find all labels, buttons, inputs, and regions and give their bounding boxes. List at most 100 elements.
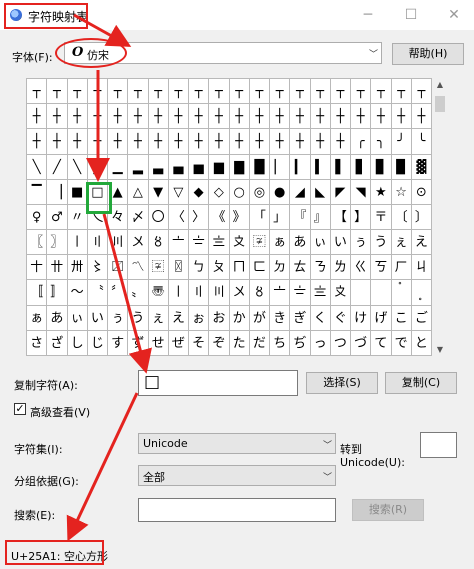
char-cell[interactable]: す — [108, 330, 129, 356]
scroll-up-icon[interactable]: ▲ — [432, 80, 448, 89]
char-cell[interactable]: ┼ — [270, 104, 291, 130]
char-cell[interactable]: ぃ — [67, 305, 88, 331]
char-cell[interactable]: ▃ — [148, 154, 169, 180]
char-cell[interactable]: ㄉ — [270, 255, 291, 281]
char-cell[interactable]: あ — [290, 230, 311, 256]
char-cell[interactable]: ┬ — [148, 79, 169, 105]
char-cell[interactable]: ┼ — [229, 129, 250, 155]
char-cell[interactable]: ┼ — [290, 129, 311, 155]
maximize-icon[interactable]: ☐ — [403, 7, 419, 23]
char-cell[interactable]: 〞 — [108, 280, 129, 306]
help-button[interactable]: 帮助(H) — [392, 43, 464, 65]
char-cell[interactable]: ▓ — [411, 154, 432, 180]
char-cell[interactable]: ▽ — [168, 179, 189, 205]
char-cell[interactable]: 〢 — [87, 230, 108, 256]
char-cell[interactable]: 〇 — [148, 204, 169, 231]
char-cell[interactable]: づ — [351, 330, 372, 356]
char-cell[interactable]: ▇ — [229, 154, 250, 180]
char-cell[interactable]: さ — [27, 330, 48, 356]
close-icon[interactable]: ✕ — [446, 7, 462, 23]
char-cell[interactable]: ぐ — [330, 305, 351, 331]
char-cell[interactable]: ┬ — [128, 79, 149, 105]
char-cell[interactable]: ┼ — [229, 104, 250, 130]
char-cell[interactable]: 】 — [351, 204, 372, 231]
char-cell[interactable]: ╰ — [411, 129, 432, 155]
char-cell[interactable]: ★ — [371, 179, 392, 205]
char-cell[interactable]: て — [371, 330, 392, 356]
char-cell[interactable]: 〹 — [47, 255, 68, 281]
char-cell[interactable]: ┼ — [128, 129, 149, 155]
character-grid[interactable]: ┬ ┬ ┬ ┬ ┬ ┬ ┬ ┬ ┬ ┬ ┬ ┬ ┬ ┬ ┬ ┬ ┬ ┬ ┬ ┬ ┼ ┼ ┼ ┼ ┼ ┼ ┼ ┼ ┼ ┼ ┼ ┼ ┼ ┼ ┼ ┼ ┼ ┼ ┼ ┼… — [26, 78, 432, 356]
char-cell[interactable]: ♂ — [47, 204, 68, 231]
char-cell[interactable]: が — [249, 305, 270, 331]
char-cell[interactable]: ▎ — [290, 154, 311, 180]
char-cell[interactable]: ▅ — [189, 154, 210, 180]
char-cell[interactable]: 〨 — [209, 230, 230, 256]
groupby-select[interactable]: 全部 ﹀ — [138, 465, 336, 486]
char-cell[interactable]: ㄆ — [209, 255, 230, 281]
char-cell[interactable]: ☆ — [391, 179, 412, 205]
char-cell[interactable]: 〣 — [209, 280, 230, 306]
char-cell[interactable]: ┬ — [87, 79, 108, 105]
char-cell[interactable]: ┼ — [67, 129, 88, 155]
char-cell[interactable]: 〸 — [27, 255, 48, 281]
char-cell[interactable]: ╳ — [87, 154, 108, 180]
char-cell[interactable]: ┼ — [209, 104, 230, 130]
char-cell[interactable]: ┼ — [330, 129, 351, 155]
char-cell[interactable]: ┬ — [209, 79, 230, 105]
char-cell[interactable]: 〥 — [249, 280, 270, 306]
char-cell[interactable]: ◢ — [290, 179, 311, 205]
char-cell[interactable]: ┬ — [270, 79, 291, 105]
char-cell[interactable]: 〤 — [128, 230, 149, 256]
char-cell[interactable]: で — [391, 330, 412, 356]
char-cell[interactable]: ㄏ — [391, 255, 412, 281]
char-cell[interactable]: ◆ — [189, 179, 210, 205]
char-cell[interactable]: 〣 — [108, 230, 129, 256]
char-cell[interactable]: ┬ — [371, 79, 392, 105]
char-cell[interactable]: ┼ — [209, 129, 230, 155]
char-cell[interactable]: ┼ — [270, 129, 291, 155]
char-cell[interactable]: ▂ — [128, 154, 149, 180]
char-cell[interactable]: ㄋ — [310, 255, 331, 281]
char-cell[interactable]: ● — [270, 179, 291, 205]
char-cell[interactable]: ◇ — [209, 179, 230, 205]
char-cell[interactable]: ┼ — [411, 104, 432, 130]
char-cell[interactable]: 〦 — [168, 230, 189, 256]
char-cell[interactable]: ┼ — [249, 129, 270, 155]
char-cell[interactable]: か — [229, 305, 250, 331]
char-cell[interactable]: ㄍ — [351, 255, 372, 281]
char-cell[interactable]: え — [411, 230, 432, 256]
char-cell[interactable]: ┬ — [47, 79, 68, 105]
advanced-view-checkbox[interactable]: ✓ — [14, 403, 26, 415]
char-cell[interactable]: ▉ — [391, 154, 412, 180]
char-cell[interactable]: ■ — [67, 179, 88, 205]
char-cell[interactable]: 〻 — [87, 255, 108, 281]
char-cell[interactable]: ┼ — [189, 129, 210, 155]
char-cell[interactable]: ▊ — [371, 154, 392, 180]
char-cell[interactable]: ┼ — [189, 104, 210, 130]
char-cell[interactable]: ╭ — [351, 129, 372, 155]
char-cell[interactable]: ▋ — [351, 154, 372, 180]
char-cell[interactable]: ○ — [229, 179, 250, 205]
char-cell[interactable]: ◥ — [351, 179, 372, 205]
search-input[interactable] — [138, 498, 336, 522]
char-cell[interactable]: 〩 — [330, 280, 351, 306]
char-cell[interactable]: ◎ — [249, 179, 270, 205]
char-cell[interactable]: ▁ — [108, 154, 129, 180]
char-cell[interactable]: 〕 — [411, 204, 432, 231]
char-cell[interactable]: ぎ — [290, 305, 311, 331]
char-cell[interactable]: 〡 — [67, 230, 88, 256]
char-cell[interactable]: 》 — [229, 204, 250, 231]
char-cell[interactable]: 〾 — [148, 255, 169, 281]
char-cell[interactable]: ┬ — [108, 79, 129, 105]
char-cell[interactable]: ╮ — [371, 129, 392, 155]
char-cell[interactable]: ┼ — [128, 104, 149, 130]
char-cell[interactable]: し — [67, 330, 88, 356]
char-cell[interactable]: お — [209, 305, 230, 331]
char-cell[interactable]: ぅ — [351, 230, 372, 256]
char-cell[interactable]: 〈 — [168, 204, 189, 231]
char-cell[interactable]: ┼ — [371, 104, 392, 130]
char-cell[interactable]: 〛 — [47, 280, 68, 306]
char-cell[interactable]: ┼ — [27, 104, 48, 130]
char-cell[interactable]: ┼ — [87, 104, 108, 130]
